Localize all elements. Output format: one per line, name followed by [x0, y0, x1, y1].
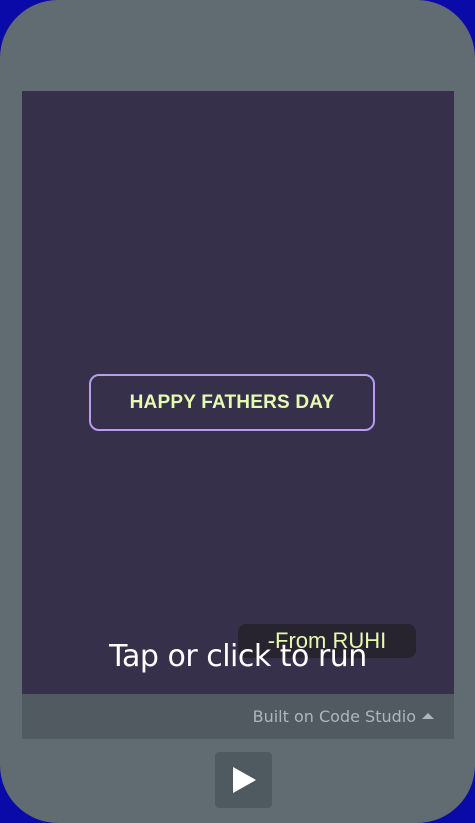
- phone-frame: HAPPY FATHERS DAY -From RUHI Tap or clic…: [0, 0, 475, 823]
- caret-up-icon[interactable]: [422, 712, 434, 719]
- title-box: HAPPY FATHERS DAY: [89, 374, 375, 431]
- app-screen[interactable]: HAPPY FATHERS DAY -From RUHI Tap or clic…: [22, 91, 454, 694]
- tap-to-run-overlay[interactable]: Tap or click to run: [22, 639, 454, 674]
- title-text: HAPPY FATHERS DAY: [129, 391, 335, 413]
- play-icon: [232, 767, 256, 793]
- run-button[interactable]: [215, 752, 272, 808]
- built-on-footer[interactable]: Built on Code Studio: [22, 694, 454, 739]
- built-on-code-studio-link[interactable]: Built on Code Studio: [253, 707, 416, 726]
